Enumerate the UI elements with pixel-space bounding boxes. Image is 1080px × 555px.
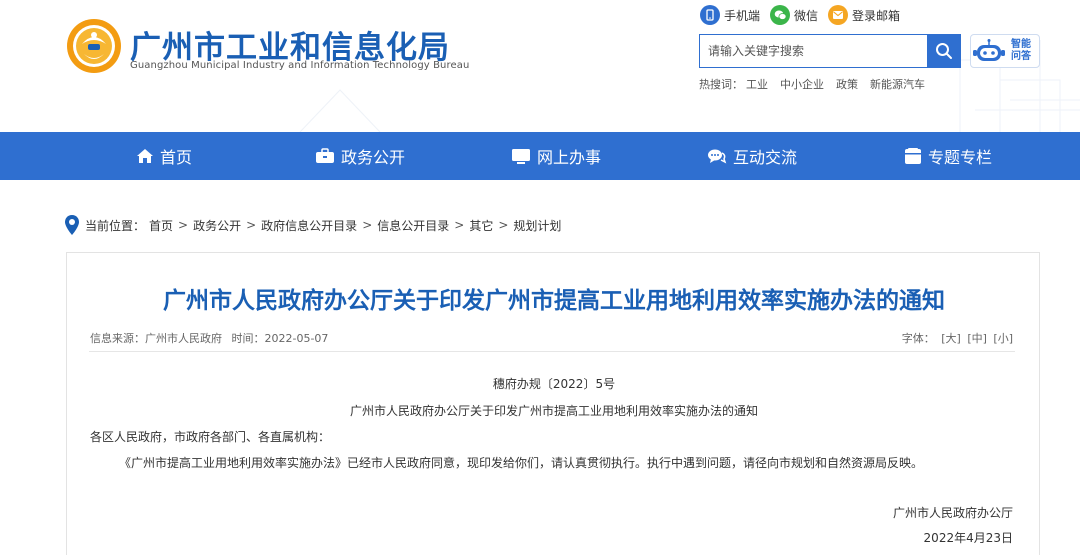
nav-item-home[interactable]: 首页 xyxy=(66,132,262,180)
hot-keyword[interactable]: 中小企业 xyxy=(780,76,824,92)
breadcrumb-item[interactable]: 政府信息公开目录 xyxy=(261,217,357,234)
quick-links: 手机端 微信 登录邮箱 xyxy=(700,4,910,26)
nav-item-online-service-label: 网上办事 xyxy=(536,148,601,167)
wechat-link-label: 微信 xyxy=(794,8,819,23)
breadcrumb-item[interactable]: 政务公开 xyxy=(193,217,241,234)
nav-item-home-label: 首页 xyxy=(159,148,192,167)
article-time: 时间：2022-05-07 xyxy=(231,332,329,345)
mobile-link[interactable]: 手机端 xyxy=(700,5,760,25)
font-size-small[interactable]: [小] xyxy=(993,332,1013,345)
document-number: 穗府办规〔2022〕5号 xyxy=(492,377,616,391)
document-signature: 广州市人民政府办公厅 xyxy=(892,506,1013,520)
breadcrumb-separator: > xyxy=(454,218,465,232)
document-title: 广州市人民政府办公厅关于印发广州市提高工业用地利用效率实施办法的通知 xyxy=(349,404,758,418)
article-source: 信息来源：广州市人民政府 xyxy=(90,332,222,345)
search-icon xyxy=(935,43,952,59)
breadcrumb-item[interactable]: 首页 xyxy=(149,217,173,234)
home-icon xyxy=(136,148,154,164)
chat-icon xyxy=(707,148,727,165)
search-button[interactable] xyxy=(927,35,960,67)
hot-search-label: 热搜词： xyxy=(699,78,743,91)
article-card: 广州市人民政府办公厅关于印发广州市提高工业用地利用效率实施办法的通知 信息来源：… xyxy=(66,252,1040,555)
breadcrumb-item[interactable]: 其它 xyxy=(469,217,493,234)
location-pin-icon xyxy=(65,215,79,235)
smart-qa-label: 智能问答 xyxy=(1011,39,1031,62)
mail-link[interactable]: 登录邮箱 xyxy=(828,5,900,25)
search-input[interactable] xyxy=(700,35,927,67)
meta-divider xyxy=(89,351,1015,352)
breadcrumb-item[interactable]: 规划计划 xyxy=(513,217,561,234)
nav-item-interaction-label: 互动交流 xyxy=(732,148,797,167)
search-box xyxy=(699,34,961,68)
wechat-icon xyxy=(770,5,791,25)
font-size-label: 字体： xyxy=(901,332,935,345)
article-title: 广州市人民政府办公厅关于印发广州市提高工业用地利用效率实施办法的通知 xyxy=(163,288,945,314)
wechat-link[interactable]: 微信 xyxy=(770,5,818,25)
breadcrumb-separator: > xyxy=(362,218,373,232)
mail-link-label: 登录邮箱 xyxy=(852,8,901,23)
nav-item-special-topics-label: 专题专栏 xyxy=(927,148,992,167)
site-subtitle: Guangzhou Municipal Industry and Informa… xyxy=(130,60,470,71)
nav-item-special-topics[interactable]: 专题专栏 xyxy=(850,132,1046,180)
bureau-logo[interactable] xyxy=(66,18,122,74)
mobile-link-label: 手机端 xyxy=(724,8,761,23)
hot-keyword[interactable]: 政策 xyxy=(836,76,858,92)
hot-keyword[interactable]: 工业 xyxy=(746,76,768,92)
mail-icon xyxy=(828,5,849,25)
article-meta: 信息来源：广州市人民政府 时间：2022-05-07 xyxy=(90,330,334,346)
site-header: 广州市工业和信息化局 Guangzhou Municipal Industry … xyxy=(0,0,1080,132)
mobile-icon xyxy=(700,5,720,25)
breadcrumb-separator: > xyxy=(178,218,189,232)
document-salutation: 各区人民政府，市政府各部门、各直属机构： xyxy=(90,430,331,444)
font-size-medium[interactable]: [中] xyxy=(967,332,987,345)
robot-icon xyxy=(973,39,1005,61)
font-size-switcher: 字体： [大] [中] [小] xyxy=(902,330,1013,346)
nav-item-interaction[interactable]: 互动交流 xyxy=(654,132,850,180)
breadcrumb-item[interactable]: 信息公开目录 xyxy=(377,217,449,234)
nav-item-gov-affairs[interactable]: 政务公开 xyxy=(262,132,458,180)
monitor-icon xyxy=(511,148,531,165)
folder-icon xyxy=(904,147,922,165)
document-date: 2022年4月23日 xyxy=(923,531,1013,545)
breadcrumb-separator: > xyxy=(246,218,257,232)
briefcase-icon xyxy=(315,148,335,164)
breadcrumb-label: 当前位置： xyxy=(85,218,146,233)
nav-item-gov-affairs-label: 政务公开 xyxy=(340,148,405,167)
breadcrumb-separator: > xyxy=(498,218,509,232)
breadcrumb: 当前位置： 首页 > 政务公开 > 政府信息公开目录 > 信息公开目录 > 其它… xyxy=(64,214,561,236)
nav-item-online-service[interactable]: 网上办事 xyxy=(458,132,654,180)
main-nav: 首页 政务公开 网上办事 互动交流 专题专栏 xyxy=(0,132,1080,180)
hot-search: 热搜词： 工业 中小企业 政策 新能源汽车 xyxy=(699,76,937,92)
smart-qa-button[interactable]: 智能问答 xyxy=(970,34,1040,68)
document-body: 《广州市提高工业用地利用效率实施办法》已经市人民政府同意，现印发给你们，请认真贯… xyxy=(119,456,924,470)
font-size-large[interactable]: [大] xyxy=(941,332,961,345)
hot-keyword[interactable]: 新能源汽车 xyxy=(870,76,925,92)
